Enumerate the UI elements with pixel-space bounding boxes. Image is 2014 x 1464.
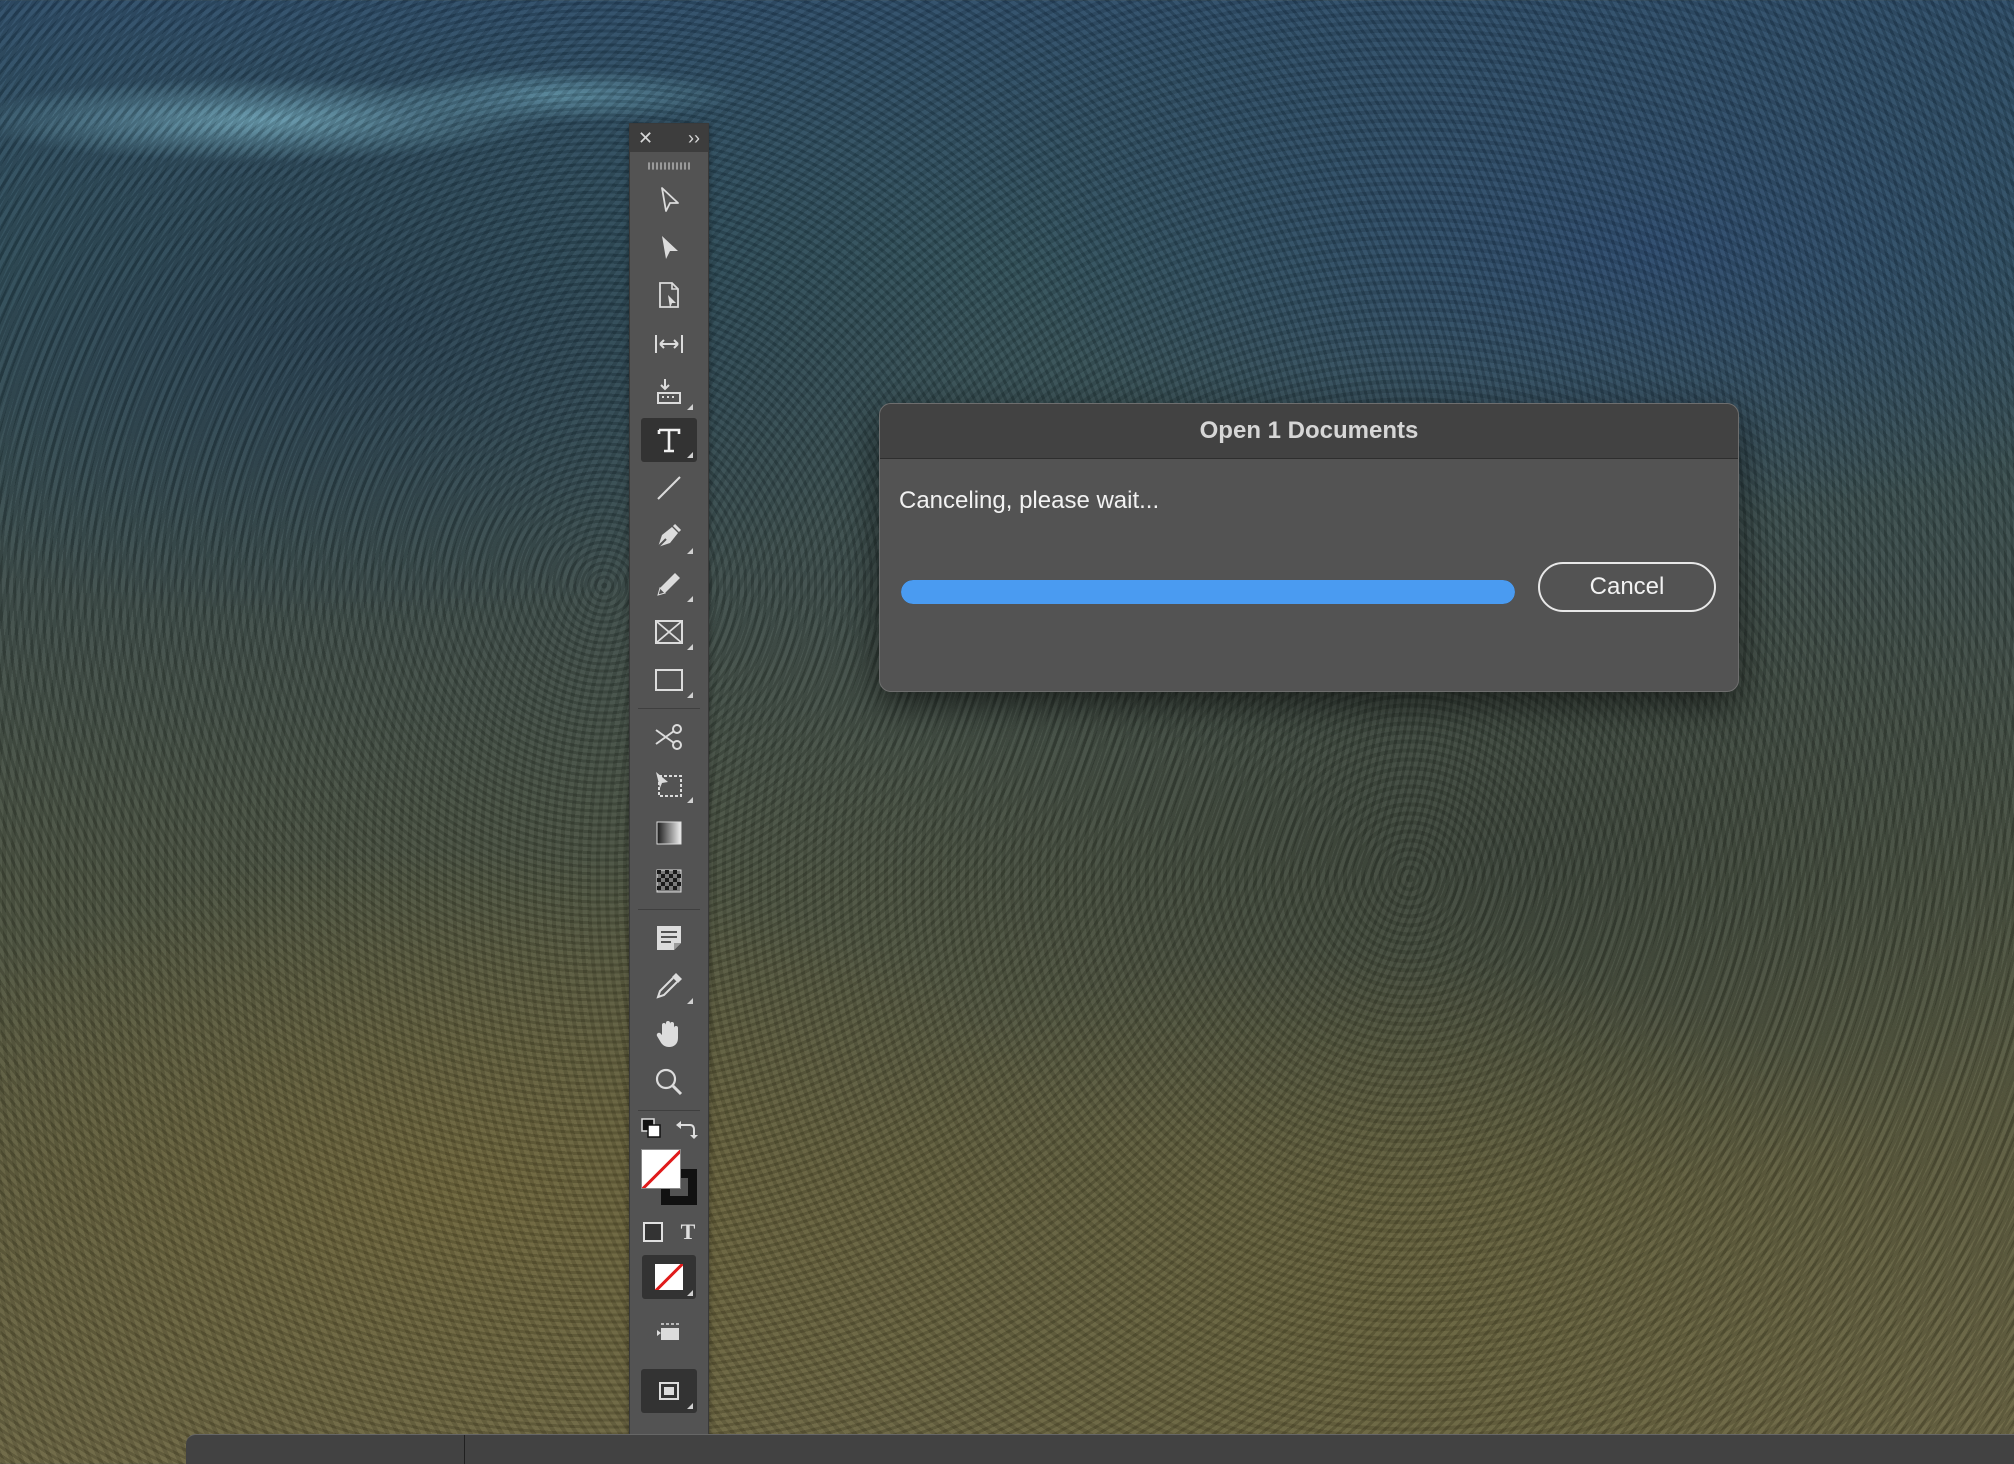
pencil-tool[interactable] <box>641 562 697 606</box>
line-icon <box>657 476 681 500</box>
arrow-filled-icon <box>662 236 678 259</box>
selection-tool[interactable] <box>641 178 697 222</box>
view-mode-icon <box>659 1382 679 1400</box>
status-message: Canceling, please wait... <box>899 487 1160 514</box>
toolbar-separator <box>638 708 700 709</box>
tools-panel-header: ✕ ›› <box>630 124 708 152</box>
screen-mode-icon <box>657 1323 679 1340</box>
toolbar-separator <box>638 1110 700 1111</box>
open-documents-dialog: Open 1 Documents Canceling, please wait.… <box>879 403 1739 692</box>
progress-bar <box>901 580 1515 604</box>
toolbar-separator <box>638 909 700 910</box>
zoom-icon <box>655 1068 683 1096</box>
type-icon <box>657 428 681 453</box>
apply-none-button[interactable] <box>642 1255 696 1299</box>
status-bar <box>186 1434 2014 1464</box>
screen-mode-tool[interactable] <box>641 1311 697 1355</box>
progress-fill <box>901 580 1515 604</box>
scissors-tool[interactable] <box>641 715 697 759</box>
hand-icon <box>656 1021 678 1047</box>
flyout-indicator <box>687 644 693 650</box>
note-tool[interactable] <box>641 916 697 960</box>
flyout-indicator <box>687 1290 693 1296</box>
rectangle-frame-tool[interactable] <box>641 610 697 654</box>
formatting-container-icon[interactable] <box>642 1222 663 1242</box>
content-collector-icon <box>657 379 681 404</box>
flyout-indicator <box>687 596 693 602</box>
gradient-icon <box>656 821 682 845</box>
free-transform-tool[interactable] <box>641 763 697 807</box>
none-swatch-icon <box>655 1264 683 1290</box>
page-icon <box>659 282 679 308</box>
pencil-icon <box>657 573 680 596</box>
status-bar-divider <box>464 1435 465 1464</box>
flyout-indicator <box>687 1403 693 1409</box>
fill-swatch[interactable] <box>641 1149 681 1189</box>
flyout-indicator <box>687 797 693 803</box>
formatting-affects: T <box>630 1219 708 1245</box>
expand-icon[interactable]: ›› <box>688 128 700 149</box>
eyedropper-icon <box>656 973 682 999</box>
line-tool[interactable] <box>641 466 697 510</box>
fill-stroke-swatches <box>639 1147 699 1207</box>
flyout-indicator <box>687 404 693 410</box>
panel-grip[interactable] <box>648 162 690 170</box>
pen-icon <box>657 523 682 548</box>
gap-icon <box>655 335 683 353</box>
rectangle-frame-icon <box>655 620 683 644</box>
swatch-controls <box>630 1117 708 1141</box>
dialog-title: Open 1 Documents <box>880 404 1738 459</box>
zoom-tool[interactable] <box>641 1060 697 1104</box>
page-tool[interactable] <box>641 274 697 318</box>
flyout-indicator <box>687 692 693 698</box>
gradient-feather-icon <box>656 869 682 893</box>
type-tool[interactable] <box>641 418 697 462</box>
free-transform-icon <box>656 772 682 797</box>
flyout-indicator <box>687 548 693 554</box>
content-collector-tool[interactable] <box>641 370 697 414</box>
hand-tool[interactable] <box>641 1012 697 1056</box>
flyout-indicator <box>687 452 693 458</box>
pen-tool[interactable] <box>641 514 697 558</box>
close-icon[interactable]: ✕ <box>638 128 653 149</box>
scissors-icon <box>655 724 682 750</box>
direct-selection-tool[interactable] <box>641 226 697 270</box>
arrow-outline-icon <box>661 187 679 212</box>
rectangle-icon <box>655 669 683 691</box>
default-fill-stroke-icon[interactable] <box>640 1117 664 1141</box>
eyedropper-tool[interactable] <box>641 964 697 1008</box>
gap-tool[interactable] <box>641 322 697 366</box>
swap-fill-stroke-icon[interactable] <box>674 1117 698 1141</box>
gradient-swatch-tool[interactable] <box>641 811 697 855</box>
gradient-feather-tool[interactable] <box>641 859 697 903</box>
formatting-text-icon[interactable]: T <box>681 1219 696 1245</box>
view-mode-tool[interactable] <box>641 1369 697 1413</box>
tools-panel: ✕ ›› T <box>629 123 709 1437</box>
note-icon <box>657 926 681 950</box>
desktop-background <box>0 0 2014 1464</box>
cancel-button[interactable]: Cancel <box>1538 562 1716 612</box>
flyout-indicator <box>687 998 693 1004</box>
rectangle-tool[interactable] <box>641 658 697 702</box>
